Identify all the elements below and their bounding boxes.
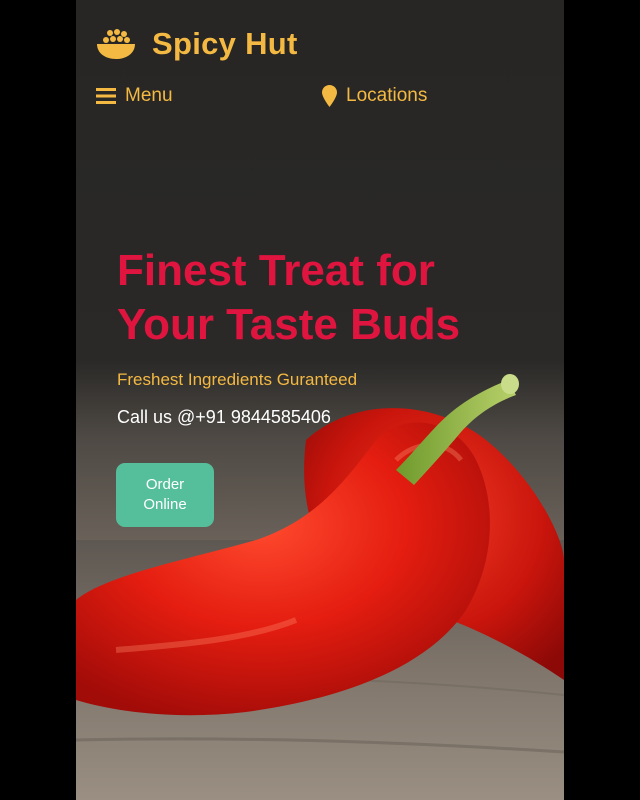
hero-title: Finest Treat for Your Taste Buds [117,246,461,349]
nav-locations-label: Locations [346,85,428,106]
hero-background-image [76,0,564,800]
order-online-button[interactable]: Order Online [116,463,214,527]
brand-name: Spicy Hut [152,26,298,61]
brand[interactable]: Spicy Hut [96,24,298,64]
phone-number: Call us @+91 9844585406 [117,407,331,427]
hamburger-icon [96,88,116,104]
nav-menu-button[interactable]: Menu [96,83,173,109]
map-pin-icon [322,85,337,107]
hero-subtitle: Freshest Ingredients Guranteed [117,370,358,389]
nav-locations-button[interactable]: Locations [322,83,427,109]
nav-menu-label: Menu [125,85,173,106]
bowl-icon [97,29,135,59]
app-screen: Spicy Hut Menu Locations Finest Treat fo… [76,0,564,800]
